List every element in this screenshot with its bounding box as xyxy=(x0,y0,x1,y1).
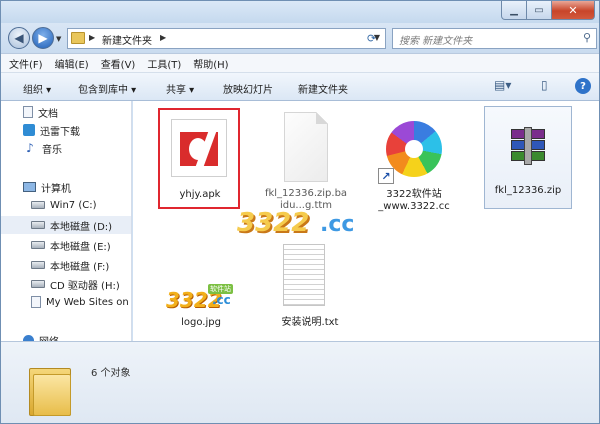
slideshow-button[interactable]: 放映幻灯片 xyxy=(223,81,273,96)
help-icon[interactable]: ? xyxy=(575,78,591,94)
text-file-icon[interactable] xyxy=(283,244,325,306)
search-placeholder: 搜索 新建文件夹 xyxy=(399,36,473,47)
nav-item-documents[interactable]: 文档 xyxy=(1,103,131,121)
navigation-pane: 文档 迅雷下载 ♪ 音乐 计算机 Win7 (C:) 本地磁盘 (D:) 本地磁… xyxy=(1,101,132,341)
nav-item-label: Win7 (C:) xyxy=(50,199,97,211)
menu-file[interactable]: 文件(F) xyxy=(9,56,43,71)
nav-item-label: CD 驱动器 (H:) xyxy=(50,280,120,292)
menu-help[interactable]: 帮助(H) xyxy=(193,56,228,71)
include-library-button[interactable]: 包含到库中 ▾ xyxy=(78,81,136,96)
menu-tools[interactable]: 工具(T) xyxy=(147,56,181,71)
pinwheel-shortcut-icon[interactable] xyxy=(386,121,442,177)
file-name[interactable]: yhjy.apk xyxy=(152,189,248,201)
computer-icon xyxy=(23,182,36,192)
search-input[interactable]: 搜索 新建文件夹 ⚲ xyxy=(392,28,597,49)
nav-item-label: 本地磁盘 (E:) xyxy=(50,241,111,253)
watermark-cc: .cc xyxy=(320,212,355,237)
menu-edit[interactable]: 编辑(E) xyxy=(55,56,89,71)
web-folder-icon xyxy=(31,296,41,308)
view-options-icon[interactable]: ▤▾ xyxy=(494,78,511,92)
nav-item-drive-d[interactable]: 本地磁盘 (D:) xyxy=(1,216,131,234)
nav-item-cd-drive[interactable]: CD 驱动器 (H:) xyxy=(1,275,131,293)
winrar-archive-icon xyxy=(511,127,545,165)
nav-item-label: 计算机 xyxy=(41,183,71,195)
file-name[interactable]: logo.jpg xyxy=(153,317,249,329)
nav-item-label: 本地磁盘 (D:) xyxy=(50,221,113,233)
site-watermark: 3322 .cc xyxy=(237,208,367,244)
nav-item-drive-f[interactable]: 本地磁盘 (F:) xyxy=(1,256,131,274)
preview-pane-icon[interactable]: ▯ xyxy=(541,78,548,92)
music-icon: ♪ xyxy=(26,141,34,155)
nav-item-web-sites[interactable]: My Web Sites on xyxy=(1,293,131,311)
nav-item-drive-c[interactable]: Win7 (C:) xyxy=(1,196,131,214)
app-logo xyxy=(180,132,218,166)
nav-item-music[interactable]: ♪ 音乐 xyxy=(1,139,131,157)
arrow-left-icon: ◀ xyxy=(14,31,24,45)
search-icon[interactable]: ⚲ xyxy=(583,31,591,44)
address-bar[interactable]: ▶ 新建文件夹 ▶ ▼ xyxy=(67,28,386,49)
share-button[interactable]: 共享 ▾ xyxy=(166,81,194,96)
explorer-window: ▁ ▭ ✕ ◀ ▶ ▼ ▶ 新建文件夹 ▶ ▼ ⟳ 搜索 新建文件夹 ⚲ 文件(… xyxy=(0,0,600,424)
file-name[interactable]: 安装说明.txt xyxy=(262,317,358,329)
back-button[interactable]: ◀ xyxy=(8,27,30,49)
drive-icon xyxy=(31,201,45,209)
nav-item-label: 本地磁盘 (F:) xyxy=(50,261,110,273)
close-button[interactable]: ✕ xyxy=(552,1,595,20)
breadcrumb-chevron-icon[interactable]: ▶ xyxy=(89,33,95,42)
file-name[interactable]: 3322软件站_www.3322.cc xyxy=(366,189,462,213)
nav-item-label: My Web Sites on xyxy=(46,296,129,308)
menu-bar: 文件(F) 编辑(E) 查看(V) 工具(T) 帮助(H) xyxy=(1,53,599,73)
apk-file-icon xyxy=(171,119,227,177)
close-icon: ✕ xyxy=(568,3,578,17)
file-name[interactable]: fkl_12336.zip xyxy=(480,185,576,197)
logo-badge: 软件站 xyxy=(208,284,233,294)
address-row: ◀ ▶ ▼ ▶ 新建文件夹 ▶ ▼ ⟳ 搜索 新建文件夹 ⚲ xyxy=(1,23,599,53)
nav-item-network[interactable]: 网络 xyxy=(1,331,131,342)
folder-icon xyxy=(71,32,85,44)
blank-file-icon[interactable] xyxy=(284,112,328,182)
document-icon xyxy=(23,106,33,118)
maximize-icon: ▭ xyxy=(534,4,544,16)
details-pane: 6 个对象 xyxy=(1,341,599,423)
drive-icon xyxy=(31,241,45,249)
logo-cc: .cc xyxy=(212,293,231,307)
breadcrumb-chevron-icon[interactable]: ▶ xyxy=(160,33,166,42)
forward-button[interactable]: ▶ xyxy=(32,27,54,49)
recent-pages-dropdown[interactable]: ▼ xyxy=(56,35,61,43)
new-folder-button[interactable]: 新建文件夹 xyxy=(298,81,348,96)
image-file-icon[interactable]: 3322 .cc 软件站 xyxy=(164,284,234,312)
nav-item-label: 文档 xyxy=(38,108,58,120)
caption-buttons: ▁ ▭ ✕ xyxy=(501,1,595,20)
organize-button[interactable]: 组织 ▾ xyxy=(23,81,51,96)
drive-icon xyxy=(31,261,45,269)
nav-item-computer[interactable]: 计算机 xyxy=(1,178,131,196)
nav-item-label: 音乐 xyxy=(42,144,62,156)
nav-item-label: 网络 xyxy=(39,333,59,342)
refresh-icon[interactable]: ⟳ xyxy=(367,32,376,45)
nav-item-label: 迅雷下载 xyxy=(40,126,80,138)
cd-drive-icon xyxy=(31,280,45,288)
item-count: 6 个对象 xyxy=(91,368,131,379)
minimize-icon: ▁ xyxy=(510,4,518,16)
thunder-download-icon xyxy=(23,124,35,136)
shortcut-arrow-icon: ↗ xyxy=(378,168,394,184)
command-bar: 组织 ▾ 包含到库中 ▾ 共享 ▾ 放映幻灯片 新建文件夹 ▤▾ ▯ ? xyxy=(1,73,599,101)
nav-item-drive-e[interactable]: 本地磁盘 (E:) xyxy=(1,236,131,254)
minimize-button[interactable]: ▁ xyxy=(501,1,527,20)
nav-item-thunder-download[interactable]: 迅雷下载 xyxy=(1,121,131,139)
breadcrumb-current[interactable]: 新建文件夹 xyxy=(102,32,152,47)
menu-view[interactable]: 查看(V) xyxy=(101,56,136,71)
folder-icon xyxy=(29,360,71,416)
arrow-right-icon: ▶ xyxy=(38,31,48,45)
drive-icon xyxy=(31,221,45,229)
watermark-digits: 3322 xyxy=(237,208,310,238)
title-bar: ▁ ▭ ✕ xyxy=(1,1,599,23)
maximize-button[interactable]: ▭ xyxy=(527,1,552,20)
